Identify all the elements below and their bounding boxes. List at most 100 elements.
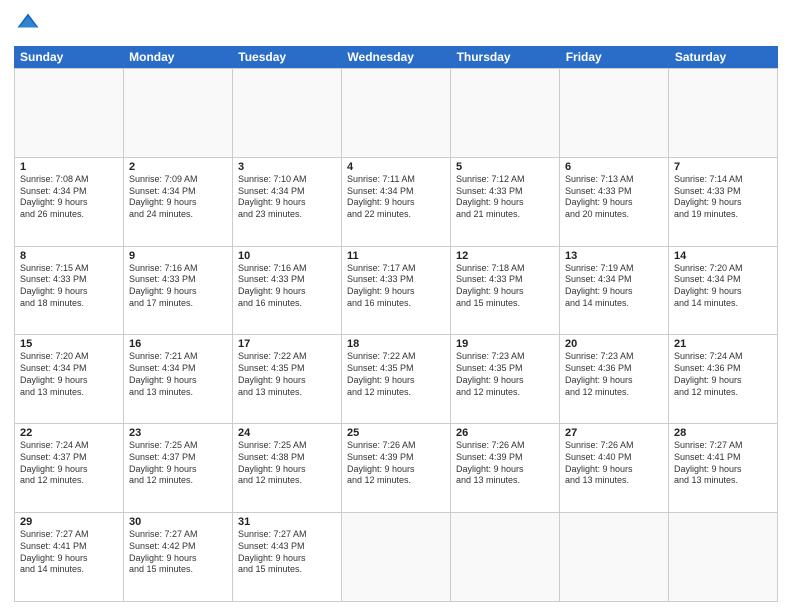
cell-line: and 12 minutes. [347, 387, 445, 399]
day-number: 26 [456, 427, 554, 439]
cell-line: Daylight: 9 hours [456, 464, 554, 476]
cell-line: and 12 minutes. [129, 475, 227, 487]
calendar-cell: 14Sunrise: 7:20 AMSunset: 4:34 PMDayligh… [669, 247, 778, 335]
cell-line: and 21 minutes. [456, 209, 554, 221]
cell-line: and 13 minutes. [674, 475, 772, 487]
cell-line: and 12 minutes. [674, 387, 772, 399]
cell-line: Sunset: 4:36 PM [674, 363, 772, 375]
day-number: 28 [674, 427, 772, 439]
cell-line: Sunset: 4:33 PM [674, 186, 772, 198]
cell-line: Sunset: 4:33 PM [238, 274, 336, 286]
cell-line: Daylight: 9 hours [129, 553, 227, 565]
cell-line: and 16 minutes. [238, 298, 336, 310]
cell-line: Daylight: 9 hours [565, 375, 663, 387]
cell-line: Sunset: 4:36 PM [565, 363, 663, 375]
day-number: 25 [347, 427, 445, 439]
cell-line: and 20 minutes. [565, 209, 663, 221]
cell-line: Sunrise: 7:13 AM [565, 174, 663, 186]
calendar-cell: 7Sunrise: 7:14 AMSunset: 4:33 PMDaylight… [669, 158, 778, 246]
calendar-cell [560, 69, 669, 157]
calendar-cell [342, 513, 451, 601]
cell-line: Sunrise: 7:22 AM [238, 351, 336, 363]
calendar-cell: 10Sunrise: 7:16 AMSunset: 4:33 PMDayligh… [233, 247, 342, 335]
calendar-row-4: 22Sunrise: 7:24 AMSunset: 4:37 PMDayligh… [15, 423, 778, 512]
cell-line: Sunset: 4:33 PM [129, 274, 227, 286]
calendar-cell: 22Sunrise: 7:24 AMSunset: 4:37 PMDayligh… [15, 424, 124, 512]
cell-line: Sunset: 4:35 PM [347, 363, 445, 375]
cell-line: Daylight: 9 hours [347, 197, 445, 209]
day-number: 23 [129, 427, 227, 439]
logo-icon [14, 10, 42, 38]
cell-line: Daylight: 9 hours [129, 375, 227, 387]
header-day-thursday: Thursday [451, 46, 560, 68]
cell-line: Daylight: 9 hours [20, 286, 118, 298]
cell-line: and 23 minutes. [238, 209, 336, 221]
cell-line: Sunrise: 7:26 AM [456, 440, 554, 452]
cell-line: Sunrise: 7:22 AM [347, 351, 445, 363]
calendar-cell: 13Sunrise: 7:19 AMSunset: 4:34 PMDayligh… [560, 247, 669, 335]
cell-line: and 15 minutes. [238, 564, 336, 576]
header-day-saturday: Saturday [669, 46, 778, 68]
calendar-cell: 24Sunrise: 7:25 AMSunset: 4:38 PMDayligh… [233, 424, 342, 512]
cell-line: Sunrise: 7:19 AM [565, 263, 663, 275]
calendar-cell: 31Sunrise: 7:27 AMSunset: 4:43 PMDayligh… [233, 513, 342, 601]
cell-line: Sunset: 4:35 PM [238, 363, 336, 375]
cell-line: Sunset: 4:41 PM [20, 541, 118, 553]
calendar-cell: 21Sunrise: 7:24 AMSunset: 4:36 PMDayligh… [669, 335, 778, 423]
calendar-cell: 15Sunrise: 7:20 AMSunset: 4:34 PMDayligh… [15, 335, 124, 423]
day-number: 8 [20, 250, 118, 262]
cell-line: Sunrise: 7:25 AM [129, 440, 227, 452]
day-number: 13 [565, 250, 663, 262]
cell-line: Daylight: 9 hours [238, 197, 336, 209]
day-number: 27 [565, 427, 663, 439]
calendar-body: 1Sunrise: 7:08 AMSunset: 4:34 PMDaylight… [14, 68, 778, 602]
cell-line: and 26 minutes. [20, 209, 118, 221]
cell-line: Daylight: 9 hours [565, 197, 663, 209]
day-number: 10 [238, 250, 336, 262]
page: SundayMondayTuesdayWednesdayThursdayFrid… [0, 0, 792, 612]
cell-line: Sunset: 4:40 PM [565, 452, 663, 464]
cell-line: Daylight: 9 hours [565, 286, 663, 298]
day-number: 29 [20, 516, 118, 528]
calendar-cell: 18Sunrise: 7:22 AMSunset: 4:35 PMDayligh… [342, 335, 451, 423]
cell-line: and 12 minutes. [20, 475, 118, 487]
calendar-cell: 12Sunrise: 7:18 AMSunset: 4:33 PMDayligh… [451, 247, 560, 335]
calendar-cell: 17Sunrise: 7:22 AMSunset: 4:35 PMDayligh… [233, 335, 342, 423]
cell-line: and 19 minutes. [674, 209, 772, 221]
cell-line: Sunrise: 7:26 AM [565, 440, 663, 452]
day-number: 15 [20, 338, 118, 350]
calendar-cell [451, 513, 560, 601]
calendar-cell: 2Sunrise: 7:09 AMSunset: 4:34 PMDaylight… [124, 158, 233, 246]
cell-line: Sunset: 4:33 PM [20, 274, 118, 286]
cell-line: Daylight: 9 hours [238, 464, 336, 476]
calendar-cell: 11Sunrise: 7:17 AMSunset: 4:33 PMDayligh… [342, 247, 451, 335]
calendar-cell [451, 69, 560, 157]
cell-line: Sunrise: 7:25 AM [238, 440, 336, 452]
cell-line: Sunset: 4:34 PM [347, 186, 445, 198]
day-number: 20 [565, 338, 663, 350]
cell-line: Sunset: 4:39 PM [456, 452, 554, 464]
cell-line: Sunrise: 7:09 AM [129, 174, 227, 186]
calendar-row-1: 1Sunrise: 7:08 AMSunset: 4:34 PMDaylight… [15, 157, 778, 246]
day-number: 12 [456, 250, 554, 262]
day-number: 17 [238, 338, 336, 350]
calendar-row-0 [15, 68, 778, 157]
calendar-row-3: 15Sunrise: 7:20 AMSunset: 4:34 PMDayligh… [15, 334, 778, 423]
calendar-row-2: 8Sunrise: 7:15 AMSunset: 4:33 PMDaylight… [15, 246, 778, 335]
cell-line: Sunset: 4:37 PM [20, 452, 118, 464]
cell-line: Sunset: 4:34 PM [129, 186, 227, 198]
cell-line: Sunset: 4:33 PM [347, 274, 445, 286]
cell-line: Daylight: 9 hours [347, 375, 445, 387]
calendar-cell: 6Sunrise: 7:13 AMSunset: 4:33 PMDaylight… [560, 158, 669, 246]
cell-line: Sunrise: 7:18 AM [456, 263, 554, 275]
day-number: 18 [347, 338, 445, 350]
cell-line: Daylight: 9 hours [129, 197, 227, 209]
calendar-header: SundayMondayTuesdayWednesdayThursdayFrid… [14, 46, 778, 68]
day-number: 24 [238, 427, 336, 439]
day-number: 22 [20, 427, 118, 439]
calendar-cell: 28Sunrise: 7:27 AMSunset: 4:41 PMDayligh… [669, 424, 778, 512]
cell-line: Daylight: 9 hours [129, 286, 227, 298]
cell-line: Sunrise: 7:27 AM [674, 440, 772, 452]
day-number: 30 [129, 516, 227, 528]
calendar-cell: 16Sunrise: 7:21 AMSunset: 4:34 PMDayligh… [124, 335, 233, 423]
